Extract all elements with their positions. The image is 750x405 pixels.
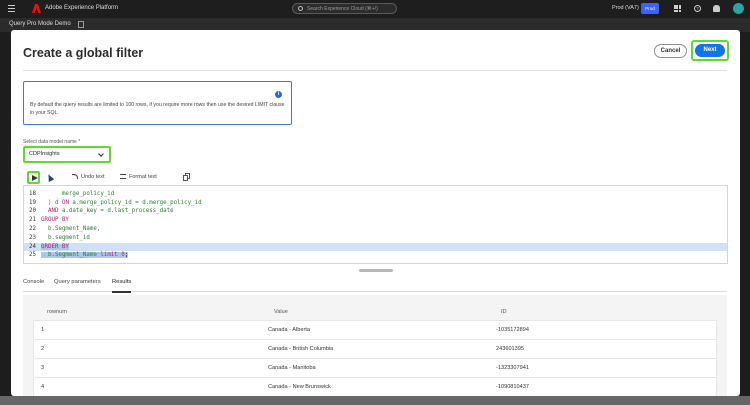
play-icon (32, 175, 38, 181)
cell-id: 243601395 (496, 346, 524, 352)
search-icon (298, 6, 303, 11)
code-line: 22 b.Segment_Name, (29, 225, 101, 232)
info-banner: i By default the query results are limit… (23, 81, 292, 125)
page-footer (0, 396, 750, 405)
chevron-down-icon (98, 151, 104, 157)
adobe-logo-icon (32, 4, 41, 13)
run-query-button[interactable] (27, 171, 40, 184)
search-input[interactable]: Search Experience Cloud (⌘+/) (292, 3, 397, 14)
code-line: 25 b.Segment_Name limit 0; (29, 252, 129, 259)
cell-value: Canada - New Brunswick (268, 384, 331, 390)
cell-id: -1323307941 (496, 365, 529, 371)
cell-id: -1035172894 (496, 327, 529, 333)
info-text: By default the query results are limited… (30, 102, 285, 116)
search-placeholder: Search Experience Cloud (⌘+/) (307, 6, 378, 12)
results-panel: rownum Value ID 1 Canada - Alberta -1035… (23, 295, 727, 396)
next-button[interactable]: Next (695, 44, 725, 57)
column-header-rownum: rownum (47, 309, 67, 315)
page-title: Query Pro Mode Demo (9, 21, 71, 27)
page-icon[interactable] (78, 21, 84, 28)
undo-label: Undo text (81, 174, 105, 180)
cell-id: -1090810437 (496, 384, 529, 390)
cell-value: Canada - Manitoba (268, 365, 316, 371)
format-label: Format text (129, 174, 157, 180)
code-line: 19 ) d ON a.merge_policy_id = d.merge_po… (29, 199, 202, 206)
avatar[interactable] (733, 3, 744, 14)
create-filter-dialog: Create a global filter Cancel Next i By … (11, 30, 740, 396)
tab-query-parameters[interactable]: Query parameters (54, 279, 101, 285)
code-line: 21 GROUP BY (29, 217, 69, 224)
env-badge[interactable]: Prod (641, 3, 659, 14)
format-text-button[interactable]: Format text (120, 174, 157, 180)
column-header-id: ID (501, 309, 507, 315)
cell-rownum: 4 (41, 384, 45, 390)
sql-editor[interactable]: 17 GROUP BY 18 merge_policy_id 19 ) d ON… (23, 185, 728, 264)
brand-name: Adobe Experience Platform (45, 5, 119, 11)
data-model-value: CDPInsights (29, 151, 60, 157)
org-switcher[interactable]: Prod (VA7) (612, 5, 639, 11)
copy-icon[interactable] (183, 175, 188, 181)
tab-results[interactable]: Results (112, 279, 132, 293)
cell-rownum: 2 (41, 346, 45, 352)
notifications-icon[interactable] (713, 5, 720, 12)
resize-handle[interactable] (359, 269, 393, 272)
code-line: 24 ORDER BY (24, 242, 727, 252)
undo-text-button[interactable]: Undo text (72, 174, 105, 180)
apps-grid-icon[interactable] (674, 5, 681, 12)
table-row: 2 Canada - British Columbia 243601395 (33, 339, 717, 358)
undo-icon (72, 174, 78, 180)
divider (23, 70, 727, 71)
cell-rownum: 3 (41, 365, 45, 371)
data-model-label: Select data model name * (23, 139, 81, 145)
cell-rownum: 1 (41, 327, 45, 333)
column-header-value: Value (274, 309, 288, 315)
editor-toolbar: Undo text Format text (23, 170, 423, 186)
data-model-select-highlight: CDPInsights (23, 146, 111, 163)
code-line: 18 merge_policy_id (29, 190, 115, 197)
menu-icon[interactable] (8, 5, 15, 12)
table-row: 3 Canada - Manitoba -1323307941 (33, 358, 717, 377)
results-table: 1 Canada - Alberta -1035172894 2 Canada … (33, 320, 717, 396)
info-icon: i (275, 91, 282, 98)
cell-value: Canada - Alberta (268, 327, 310, 333)
output-tabs: Console Query parameters Results (23, 276, 727, 293)
tab-console[interactable]: Console (23, 279, 44, 285)
code-line: 23 b.segment_id (29, 234, 90, 241)
table-row: 4 Canada - New Brunswick -1090810437 (33, 377, 717, 396)
help-icon[interactable]: ? (694, 5, 701, 12)
table-row: 1 Canada - Alberta -1035172894 (33, 320, 717, 339)
app-header: Adobe Experience Platform Search Experie… (0, 0, 750, 18)
format-icon (120, 174, 126, 180)
next-button-highlight: Next (691, 40, 729, 61)
cancel-button[interactable]: Cancel (654, 44, 687, 58)
dialog-title: Create a global filter (23, 46, 144, 60)
code-line: 20 AND a.date_key = d.last_process_date (29, 208, 174, 215)
cell-value: Canada - British Columbia (268, 346, 334, 352)
run-selected-icon[interactable] (45, 173, 55, 182)
data-model-select[interactable]: CDPInsights (27, 150, 107, 159)
